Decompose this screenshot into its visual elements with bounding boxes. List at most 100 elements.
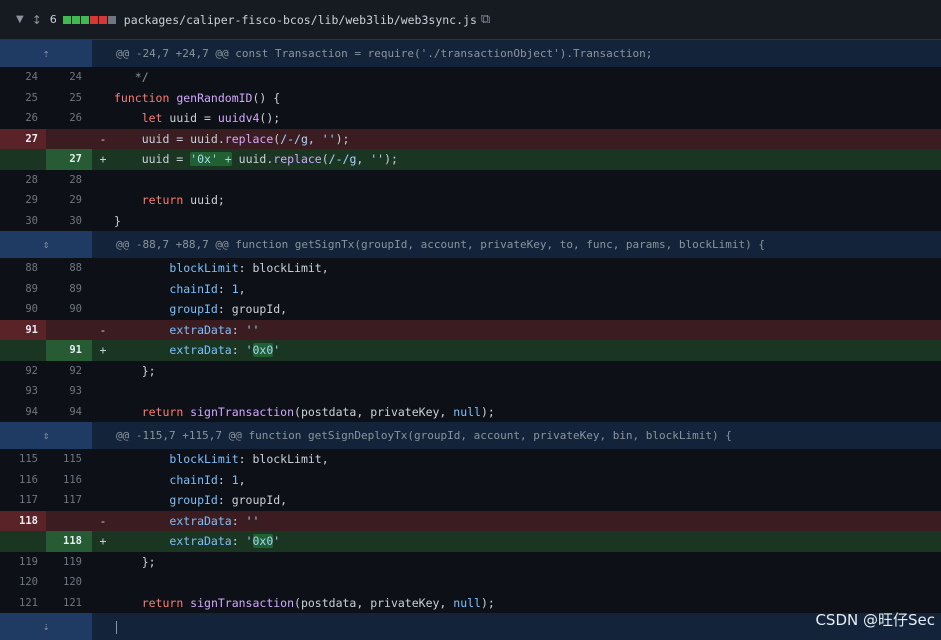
old-line-number[interactable]: 24 — [0, 67, 46, 88]
old-line-number[interactable]: 30 — [0, 210, 46, 231]
old-line-number[interactable]: 88 — [0, 258, 46, 279]
code-token: : blockLimit, — [238, 261, 329, 275]
old-line-number[interactable]: 115 — [0, 449, 46, 470]
old-line-number[interactable]: 90 — [0, 299, 46, 320]
code-token: ); — [384, 152, 398, 166]
diff-line: 93 93 — [0, 381, 941, 402]
new-line-number[interactable] — [46, 319, 92, 340]
code-token: : groupId, — [217, 493, 288, 507]
diff-marker: - — [99, 513, 107, 528]
expand-down-icon[interactable]: ⇣ — [0, 613, 92, 640]
new-line-number[interactable]: 89 — [46, 278, 92, 299]
diff-line: 24 24 */ — [0, 67, 941, 88]
old-line-number[interactable]: 29 — [0, 190, 46, 211]
old-line-number[interactable]: 92 — [0, 360, 46, 381]
code-token: ' — [245, 534, 253, 548]
new-line-number[interactable]: 26 — [46, 108, 92, 129]
code-token: chainId — [169, 281, 218, 296]
old-line-number[interactable]: 27 — [0, 128, 46, 149]
expand-lines-icon[interactable]: ⇡ — [0, 40, 92, 67]
expand-all-icon[interactable]: ↕ — [32, 13, 42, 27]
diff-marker — [92, 88, 114, 109]
code-token: 1 — [231, 472, 239, 487]
old-line-number[interactable]: 25 — [0, 87, 46, 108]
new-line-number[interactable]: 93 — [46, 381, 92, 402]
old-line-number[interactable]: 91 — [0, 319, 46, 340]
code-text: return signTransaction(postdata, private… — [114, 402, 941, 423]
old-line-number[interactable]: 116 — [0, 469, 46, 490]
old-line-number[interactable]: 117 — [0, 490, 46, 511]
diff-table: ⇡ @@ -24,7 +24,7 @@ const Transaction = r… — [0, 40, 941, 640]
code-token: : — [231, 513, 246, 528]
new-line-number[interactable]: 28 — [46, 169, 92, 190]
code-token: uuid = uuid. — [114, 131, 225, 146]
code-token: uuid. — [231, 152, 274, 166]
old-line-number[interactable] — [0, 149, 46, 170]
new-line-number[interactable]: 27 — [46, 149, 92, 170]
code-token: , — [238, 281, 246, 296]
new-line-number[interactable]: 115 — [46, 449, 92, 470]
new-line-number[interactable]: 24 — [46, 67, 92, 88]
new-line-number[interactable]: 92 — [46, 360, 92, 381]
old-line-number[interactable]: 121 — [0, 592, 46, 613]
code-token: uuid = — [114, 152, 191, 166]
diff-line: 88 88 blockLimit: blockLimit, — [0, 258, 941, 279]
old-line-number[interactable]: 93 — [0, 381, 46, 402]
new-line-number[interactable]: 90 — [46, 299, 92, 320]
diff-marker — [92, 361, 114, 382]
new-line-number[interactable] — [46, 510, 92, 531]
old-line-number[interactable]: 89 — [0, 278, 46, 299]
expand-lines-icon[interactable]: ⇕ — [0, 231, 92, 258]
code-token: : groupId, — [217, 302, 288, 316]
code-token: return — [141, 404, 191, 419]
new-line-number[interactable]: 88 — [46, 258, 92, 279]
expand-lines-icon[interactable]: ⇕ — [0, 422, 92, 449]
code-token: genRandomID — [176, 90, 253, 105]
collapse-chevron-icon[interactable]: ▼ — [16, 14, 24, 25]
new-line-number[interactable]: 30 — [46, 210, 92, 231]
old-line-number[interactable] — [0, 531, 46, 552]
code-token: (postdata, privateKey, — [294, 404, 454, 419]
new-line-number[interactable]: 25 — [46, 87, 92, 108]
old-line-number[interactable]: 119 — [0, 551, 46, 572]
code-token: function — [114, 90, 177, 105]
new-line-number[interactable]: 29 — [46, 190, 92, 211]
old-line-number[interactable]: 120 — [0, 572, 46, 593]
code-token: }; — [114, 363, 156, 378]
diff-line: 91 - extraData: '' — [0, 319, 941, 340]
diff-marker — [92, 470, 114, 491]
new-line-number[interactable]: 121 — [46, 592, 92, 613]
old-line-number[interactable]: 26 — [0, 108, 46, 129]
code-token: blockLimit — [169, 452, 239, 466]
old-line-number[interactable]: 28 — [0, 169, 46, 190]
code-token: extraData — [169, 534, 232, 548]
file-path[interactable]: packages/caliper-fisco-bcos/lib/web3lib/… — [124, 13, 477, 27]
new-line-number[interactable]: 91 — [46, 340, 92, 361]
old-line-number[interactable]: 94 — [0, 401, 46, 422]
diff-line: 117 117 groupId: groupId, — [0, 490, 941, 511]
new-line-number[interactable]: 94 — [46, 401, 92, 422]
diff-marker — [92, 108, 114, 129]
new-line-number[interactable]: 120 — [46, 572, 92, 593]
old-line-number[interactable] — [0, 340, 46, 361]
code-token: return — [141, 595, 191, 610]
old-line-number[interactable]: 118 — [0, 510, 46, 531]
code-text: groupId: groupId, — [114, 490, 941, 511]
code-token: return — [141, 193, 191, 207]
hunk-header-text: @@ -88,7 +88,7 @@ function getSignTx(gro… — [116, 238, 766, 251]
hunk-header-text: @@ -24,7 +24,7 @@ const Transaction = re… — [116, 47, 653, 60]
diffstat-square — [89, 15, 98, 24]
copy-icon[interactable]: ⧉ — [481, 12, 490, 27]
new-line-number[interactable]: 119 — [46, 551, 92, 572]
new-line-number[interactable] — [46, 128, 92, 149]
new-line-number[interactable]: 117 — [46, 490, 92, 511]
code-token: ' — [273, 534, 281, 548]
new-line-number[interactable]: 118 — [46, 531, 92, 552]
new-line-number[interactable]: 116 — [46, 469, 92, 490]
